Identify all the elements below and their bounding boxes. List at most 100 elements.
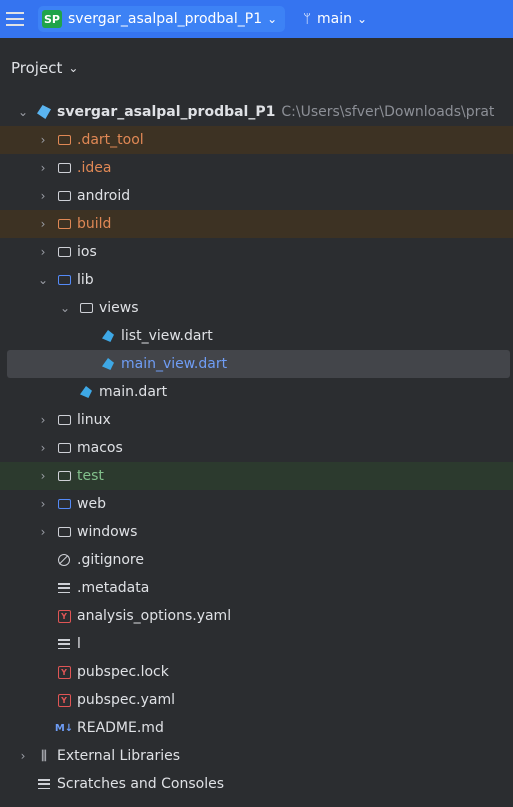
flutter-project-icon xyxy=(36,105,52,119)
project-badge: SP xyxy=(42,10,62,28)
markdown-file-icon: M↓ xyxy=(54,722,74,734)
expand-arrow-icon[interactable]: ⌄ xyxy=(58,301,72,315)
branch-switcher[interactable]: ᛘ main ⌄ xyxy=(303,11,367,27)
collapse-arrow-icon[interactable]: › xyxy=(36,497,50,511)
settings-folder-icon xyxy=(56,161,72,175)
tree-item-label: list_view.dart xyxy=(121,328,213,344)
yaml-file-icon: Y xyxy=(56,609,72,623)
tree-item-label: l xyxy=(77,636,81,652)
collapse-arrow-icon[interactable]: › xyxy=(36,441,50,455)
chevron-down-icon: ⌄ xyxy=(267,12,278,26)
dart-file-icon xyxy=(100,329,116,343)
chevron-down-icon: ⌄ xyxy=(356,12,368,26)
folder-icon xyxy=(78,301,94,315)
tree-item-label: .dart_tool xyxy=(77,132,144,148)
collapse-arrow-icon[interactable]: › xyxy=(16,749,30,763)
tree-root[interactable]: ⌄ svergar_asalpal_prodbal_P1 C:\Users\sf… xyxy=(0,98,513,126)
tree-item-idea[interactable]: › .idea xyxy=(0,154,513,182)
tree-item-scratches[interactable]: Scratches and Consoles xyxy=(0,770,513,798)
text-file-icon xyxy=(56,581,72,595)
tree-item-label: README.md xyxy=(77,720,164,736)
tree-item-ios[interactable]: › ios xyxy=(0,238,513,266)
tree-item-label: pubspec.yaml xyxy=(77,692,175,708)
tree-item-label: .metadata xyxy=(77,580,150,596)
project-tree: ⌄ svergar_asalpal_prodbal_P1 C:\Users\sf… xyxy=(0,98,513,798)
main-menu-icon[interactable] xyxy=(6,10,24,28)
collapse-arrow-icon[interactable]: › xyxy=(36,217,50,231)
branch-name: main xyxy=(317,11,352,27)
folder-icon xyxy=(56,441,72,455)
tree-item-pubspec-lock[interactable]: Y pubspec.lock xyxy=(0,658,513,686)
tree-item-macos[interactable]: › macos xyxy=(0,434,513,462)
tree-item-metadata[interactable]: .metadata xyxy=(0,574,513,602)
source-folder-icon xyxy=(56,273,72,287)
tree-item-label: ios xyxy=(77,244,97,260)
tree-item-label: .idea xyxy=(77,160,112,176)
scratches-icon xyxy=(36,777,52,791)
tree-item-label: .gitignore xyxy=(77,552,144,568)
expand-arrow-icon[interactable]: ⌄ xyxy=(16,105,30,119)
tree-item-label: macos xyxy=(77,440,123,456)
tree-item-list-view-dart[interactable]: list_view.dart xyxy=(0,322,513,350)
yaml-file-icon: Y xyxy=(56,665,72,679)
tree-item-lib[interactable]: ⌄ lib xyxy=(0,266,513,294)
tree-item-views[interactable]: ⌄ views xyxy=(0,294,513,322)
web-folder-icon xyxy=(56,497,72,511)
expand-arrow-icon[interactable]: ⌄ xyxy=(36,273,50,287)
tree-item-build[interactable]: › build xyxy=(0,210,513,238)
root-name: svergar_asalpal_prodbal_P1 xyxy=(57,104,276,120)
test-folder-icon xyxy=(56,469,72,483)
project-switcher[interactable]: SP svergar_asalpal_prodbal_P1 ⌄ xyxy=(38,6,286,32)
tree-item-label: linux xyxy=(77,412,111,428)
tree-item-android[interactable]: › android xyxy=(0,182,513,210)
chevron-down-icon: ⌄ xyxy=(68,61,79,75)
tree-item-label: web xyxy=(77,496,106,512)
git-branch-icon: ᛘ xyxy=(303,11,311,27)
collapse-arrow-icon[interactable]: › xyxy=(36,161,50,175)
tree-item-l[interactable]: l xyxy=(0,630,513,658)
folder-icon xyxy=(56,413,72,427)
root-path: C:\Users\sfver\Downloads\prat xyxy=(281,104,495,120)
tree-item-label: main_view.dart xyxy=(121,356,228,372)
project-view-selector[interactable]: Project ⌄ xyxy=(0,38,513,98)
tree-item-label: build xyxy=(77,216,112,232)
tree-item-main-dart[interactable]: main.dart xyxy=(0,378,513,406)
tree-item-web[interactable]: › web xyxy=(0,490,513,518)
text-file-icon xyxy=(56,637,72,651)
main-toolbar: SP svergar_asalpal_prodbal_P1 ⌄ ᛘ main ⌄ xyxy=(0,0,513,38)
tree-item-external-libraries[interactable]: › ⫼ External Libraries xyxy=(0,742,513,770)
tree-item-label: windows xyxy=(77,524,138,540)
yaml-file-icon: Y xyxy=(56,693,72,707)
folder-icon xyxy=(56,189,72,203)
collapse-arrow-icon[interactable]: › xyxy=(36,469,50,483)
tree-item-linux[interactable]: › linux xyxy=(0,406,513,434)
tree-item-label: External Libraries xyxy=(57,748,180,764)
tree-item-label: android xyxy=(77,188,131,204)
library-icon: ⫼ xyxy=(41,748,47,764)
tree-item-gitignore[interactable]: .gitignore xyxy=(0,546,513,574)
collapse-arrow-icon[interactable]: › xyxy=(36,133,50,147)
collapse-arrow-icon[interactable]: › xyxy=(36,413,50,427)
folder-icon xyxy=(56,133,72,147)
project-name: svergar_asalpal_prodbal_P1 xyxy=(68,11,263,27)
tree-item-readme[interactable]: M↓ README.md xyxy=(0,714,513,742)
tree-item-dart-tool[interactable]: › .dart_tool xyxy=(0,126,513,154)
tree-item-label: views xyxy=(99,300,139,316)
tree-item-analysis-options[interactable]: Y analysis_options.yaml xyxy=(0,602,513,630)
tree-item-label: pubspec.lock xyxy=(77,664,169,680)
tree-item-windows[interactable]: › windows xyxy=(0,518,513,546)
panel-title: Project xyxy=(11,59,63,77)
tree-item-label: analysis_options.yaml xyxy=(77,608,232,624)
collapse-arrow-icon[interactable]: › xyxy=(36,245,50,259)
folder-icon xyxy=(56,525,72,539)
tree-item-label: main.dart xyxy=(99,384,168,400)
collapse-arrow-icon[interactable]: › xyxy=(36,525,50,539)
excluded-folder-icon xyxy=(56,217,72,231)
tree-item-main-view-dart[interactable]: main_view.dart xyxy=(7,350,510,378)
tree-item-label: test xyxy=(77,468,104,484)
collapse-arrow-icon[interactable]: › xyxy=(36,189,50,203)
dart-file-icon xyxy=(100,357,116,371)
tree-item-pubspec-yaml[interactable]: Y pubspec.yaml xyxy=(0,686,513,714)
tree-item-test[interactable]: › test xyxy=(0,462,513,490)
dart-file-icon xyxy=(78,385,94,399)
